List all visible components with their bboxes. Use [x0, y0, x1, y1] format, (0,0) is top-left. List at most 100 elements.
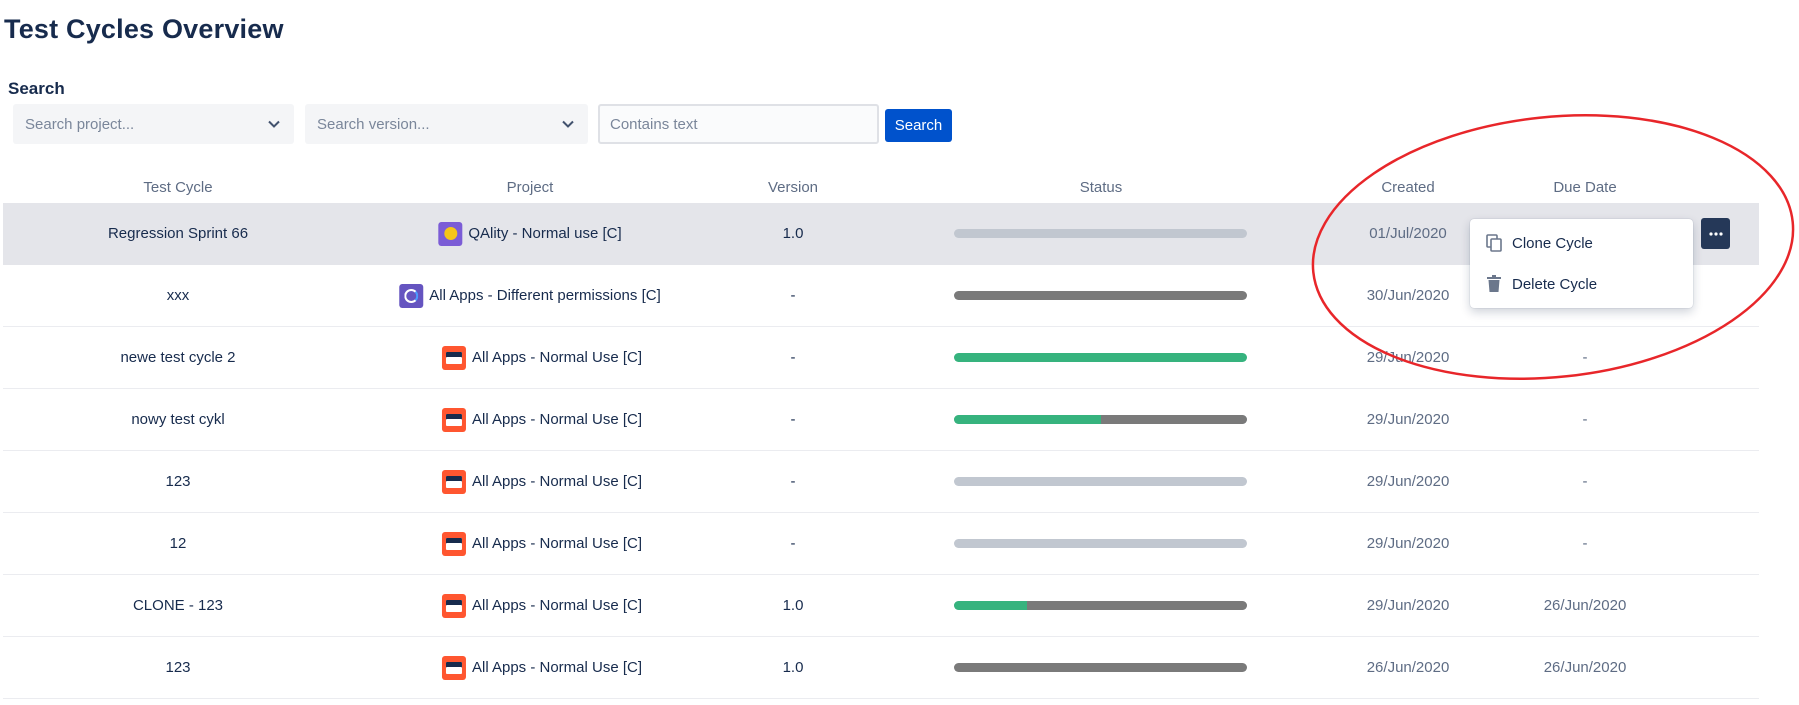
search-label: Search [8, 79, 65, 98]
column-header-created[interactable]: Created [1381, 179, 1434, 196]
table-row[interactable]: CLONE - 123 All Apps - Normal Use [C] 1.… [3, 575, 1759, 637]
allapps-logo-icon [441, 593, 466, 618]
created-date: 29/Jun/2020 [1366, 411, 1450, 428]
clone-cycle-label: Clone Cycle [1512, 234, 1593, 252]
cycle-name[interactable]: nowy test cykl [131, 389, 224, 450]
status-progress-bar [954, 291, 1247, 300]
project-name: All Apps - Normal Use [C] [471, 473, 643, 490]
created-date: 29/Jun/2020 [1366, 349, 1450, 366]
created-date: 30/Jun/2020 [1366, 287, 1450, 304]
status-segment-in-progress [954, 291, 1247, 300]
contains-text-input[interactable] [598, 104, 879, 144]
due-date: - [1582, 535, 1588, 552]
version-value: - [790, 287, 796, 304]
project-name: All Apps - Normal Use [C] [471, 597, 643, 614]
project-name: All Apps - Normal Use [C] [471, 349, 643, 366]
version-value: - [790, 473, 796, 490]
cycle-name[interactable]: xxx [167, 265, 190, 326]
version-value: 1.0 [782, 597, 804, 614]
status-segment-in-progress [1100, 415, 1247, 424]
project-cell: All Apps - Normal Use [C] [441, 513, 643, 574]
test-cycles-page: Test Cycles Overview Search Search proje… [0, 0, 1799, 705]
row-actions-button[interactable] [1701, 218, 1730, 249]
due-date: 26/Jun/2020 [1543, 659, 1627, 676]
search-button[interactable]: Search [885, 109, 952, 142]
cycle-name[interactable]: CLONE - 123 [133, 575, 223, 636]
version-value: - [790, 411, 796, 428]
allapps-logo-icon [441, 531, 466, 556]
table-row[interactable]: nowy test cykl All Apps - Normal Use [C]… [3, 389, 1759, 451]
status-progress-bar [954, 415, 1247, 424]
project-cell: All Apps - Normal Use [C] [441, 327, 643, 388]
table-row[interactable]: 12 All Apps - Normal Use [C] - 29/Jun/20… [3, 513, 1759, 575]
allapps-logo-icon [441, 469, 466, 494]
project-name: All Apps - Normal Use [C] [471, 535, 643, 552]
project-cell: All Apps - Normal Use [C] [441, 637, 643, 698]
allapps-diff-logo-icon [399, 283, 424, 308]
delete-cycle-menu-item[interactable]: Delete Cycle [1470, 264, 1693, 304]
project-cell: QAlity - Normal use [C] [438, 203, 622, 264]
chevron-down-icon [268, 120, 280, 128]
copy-icon [1486, 234, 1502, 252]
column-header-due-date[interactable]: Due Date [1553, 179, 1616, 196]
created-date: 26/Jun/2020 [1366, 659, 1450, 676]
version-value: - [790, 535, 796, 552]
version-value: - [790, 349, 796, 366]
status-segment-in-progress [954, 663, 1247, 672]
status-progress-bar [954, 663, 1247, 672]
cycle-name[interactable]: 123 [165, 637, 190, 698]
status-segment-in-progress [1027, 601, 1247, 610]
project-select[interactable]: Search project... [13, 104, 294, 144]
cycle-name[interactable]: 123 [165, 451, 190, 512]
project-cell: All Apps - Normal Use [C] [441, 389, 643, 450]
created-date: 01/Jul/2020 [1369, 225, 1447, 242]
cycle-name[interactable]: newe test cycle 2 [120, 327, 235, 388]
status-progress-bar [954, 353, 1247, 362]
delete-cycle-label: Delete Cycle [1512, 275, 1598, 293]
column-header-test-cycle[interactable]: Test Cycle [143, 179, 212, 196]
created-date: 29/Jun/2020 [1366, 535, 1450, 552]
column-header-status[interactable]: Status [1080, 179, 1123, 196]
status-segment-not-executed [954, 477, 1247, 486]
status-segment-passed [954, 353, 1247, 362]
status-segment-passed [954, 601, 1028, 610]
project-cell: All Apps - Different permissions [C] [399, 265, 661, 326]
chevron-down-icon [562, 120, 574, 128]
qality-logo-icon [438, 221, 463, 246]
status-progress-bar [954, 229, 1247, 238]
project-name: All Apps - Normal Use [C] [471, 659, 643, 676]
column-header-version[interactable]: Version [768, 179, 818, 196]
status-progress-bar [954, 601, 1247, 610]
project-name: All Apps - Normal Use [C] [471, 411, 643, 428]
project-cell: All Apps - Normal Use [C] [441, 451, 643, 512]
status-segment-passed [954, 415, 1101, 424]
due-date: - [1582, 473, 1588, 490]
version-value: 1.0 [782, 225, 804, 242]
status-segment-not-executed [954, 539, 1247, 548]
table-row[interactable]: 123 All Apps - Normal Use [C] - 29/Jun/2… [3, 451, 1759, 513]
page-title: Test Cycles Overview [4, 14, 284, 44]
project-name: All Apps - Different permissions [C] [429, 287, 661, 304]
created-date: 29/Jun/2020 [1366, 473, 1450, 490]
more-actions-icon [1708, 231, 1723, 236]
version-select[interactable]: Search version... [305, 104, 588, 144]
due-date: 26/Jun/2020 [1543, 597, 1627, 614]
due-date: - [1582, 411, 1588, 428]
created-date: 29/Jun/2020 [1366, 597, 1450, 614]
clone-cycle-menu-item[interactable]: Clone Cycle [1470, 223, 1693, 263]
status-progress-bar [954, 539, 1247, 548]
cycle-name[interactable]: Regression Sprint 66 [108, 203, 248, 264]
column-header-project[interactable]: Project [507, 179, 554, 196]
cycle-name[interactable]: 12 [170, 513, 187, 574]
allapps-logo-icon [441, 407, 466, 432]
project-name: QAlity - Normal use [C] [468, 225, 622, 242]
project-select-placeholder: Search project... [25, 115, 135, 133]
allapps-logo-icon [441, 655, 466, 680]
table-row[interactable]: 123 All Apps - Normal Use [C] 1.0 26/Jun… [3, 637, 1759, 699]
status-progress-bar [954, 477, 1247, 486]
version-select-placeholder: Search version... [317, 115, 430, 133]
table-row[interactable]: newe test cycle 2 All Apps - Normal Use … [3, 327, 1759, 389]
due-date: - [1582, 349, 1588, 366]
status-segment-not-executed [954, 229, 1247, 238]
allapps-logo-icon [441, 345, 466, 370]
